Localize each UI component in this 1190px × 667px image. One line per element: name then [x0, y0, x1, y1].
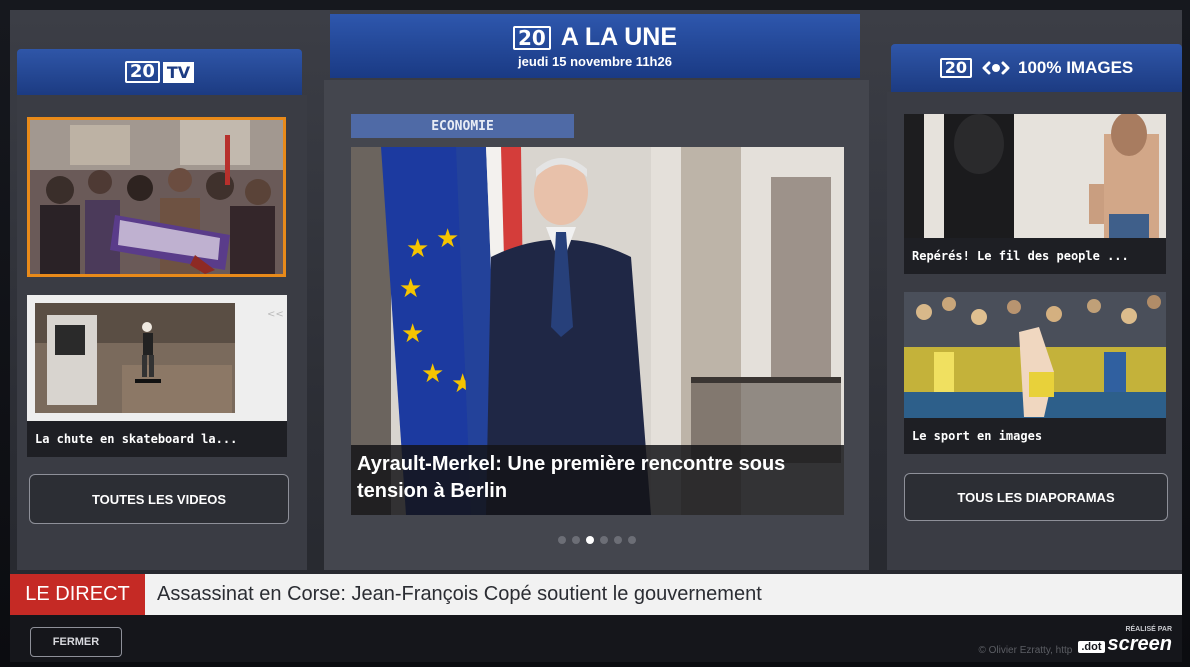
- gallery-thumbnail-people[interactable]: Repérés! Le fil des people ...: [904, 114, 1166, 274]
- copyright-text: © Olivier Ezratty, http: [978, 645, 1073, 656]
- tab-a-la-une[interactable]: 20 A LA UNE jeudi 15 novembre 11h26: [330, 14, 860, 78]
- date-time: jeudi 15 novembre 11h26: [518, 54, 672, 69]
- video-caption: La chute en skateboard la...: [27, 421, 287, 457]
- carousel-dot-active[interactable]: [585, 536, 594, 544]
- headline-title: Ayrault-Merkel: Une première rencontre s…: [351, 445, 844, 515]
- eye-icon: [982, 61, 1010, 75]
- all-videos-button[interactable]: TOUTES LES VIDEOS: [29, 474, 289, 524]
- made-by-label: RÉALISÉ PAR: [1125, 626, 1172, 633]
- svg-text:★: ★: [436, 224, 459, 254]
- category-label: ECONOMIE: [351, 114, 574, 138]
- sport-image: [904, 292, 1166, 418]
- tab-100-images[interactable]: 20 100% IMAGES: [891, 44, 1182, 92]
- video-thumbnail-skateboard[interactable]: << La chute en skateboard la...: [27, 295, 287, 457]
- images-panel: Repérés! Le fil des people ... Le sport …: [887, 92, 1182, 570]
- carousel-dot[interactable]: [599, 536, 608, 544]
- headline-story[interactable]: ★ ★ ★ ★ ★ ★ Ayrault-Merkel: Une première…: [351, 147, 844, 515]
- headline-panel: ECONOMIE ★ ★ ★ ★ ★ ★ Ayrault-Merkel: Une…: [324, 80, 869, 570]
- carousel-dot[interactable]: [571, 536, 580, 544]
- images-title-row: 100% IMAGES: [982, 58, 1133, 78]
- images-title: 100% IMAGES: [1018, 58, 1134, 77]
- people-image: [904, 114, 1166, 238]
- svg-text:★: ★: [406, 234, 429, 264]
- svg-text:★: ★: [421, 359, 444, 389]
- credits: © Olivier Ezratty, http RÉALISÉ PAR .dot…: [978, 626, 1172, 656]
- gallery-caption: Repérés! Le fil des people ...: [904, 238, 1166, 274]
- skateboard-image: <<: [27, 295, 287, 421]
- carousel-dot[interactable]: [557, 536, 566, 544]
- page-title: A LA UNE: [560, 23, 678, 51]
- protest-crowd-image: [30, 120, 283, 274]
- 20minutes-logo: 20: [512, 25, 551, 50]
- tv-badge: TV: [162, 61, 195, 83]
- brand-name: .dot screen: [1078, 633, 1172, 656]
- video-thumbnail-protest[interactable]: [27, 117, 286, 277]
- svg-text:★: ★: [399, 274, 422, 304]
- live-label: LE DIRECT: [10, 574, 145, 615]
- video-panel: << La chute en skateboard la... TOUTES L…: [17, 95, 307, 570]
- svg-text:<<: <<: [267, 309, 284, 320]
- gallery-thumbnail-sport[interactable]: Le sport en images: [904, 292, 1166, 454]
- gallery-caption: Le sport en images: [904, 418, 1166, 454]
- tab-20tv[interactable]: 20 TV: [17, 49, 302, 95]
- svg-text:★: ★: [401, 319, 424, 349]
- brand-prefix: .dot: [1078, 641, 1105, 653]
- live-headline: Assassinat en Corse: Jean-François Copé …: [157, 583, 762, 605]
- footer-bar: FERMER © Olivier Ezratty, http RÉALISÉ P…: [10, 615, 1182, 662]
- dotscreen-logo: RÉALISÉ PAR .dot screen: [1078, 626, 1172, 656]
- a-la-une-title-row: 20 A LA UNE: [512, 23, 678, 52]
- brand-word: screen: [1107, 633, 1173, 655]
- live-ticker[interactable]: LE DIRECT Assassinat en Corse: Jean-Fran…: [10, 574, 1182, 615]
- carousel-dot[interactable]: [613, 536, 622, 544]
- close-button[interactable]: FERMER: [30, 627, 122, 657]
- 20minutes-logo: 20: [124, 61, 160, 83]
- 20minutes-logo: 20: [939, 58, 972, 78]
- all-slideshows-button[interactable]: TOUS LES DIAPORAMAS: [904, 473, 1168, 521]
- carousel-indicator[interactable]: [324, 536, 869, 544]
- carousel-dot[interactable]: [627, 536, 636, 544]
